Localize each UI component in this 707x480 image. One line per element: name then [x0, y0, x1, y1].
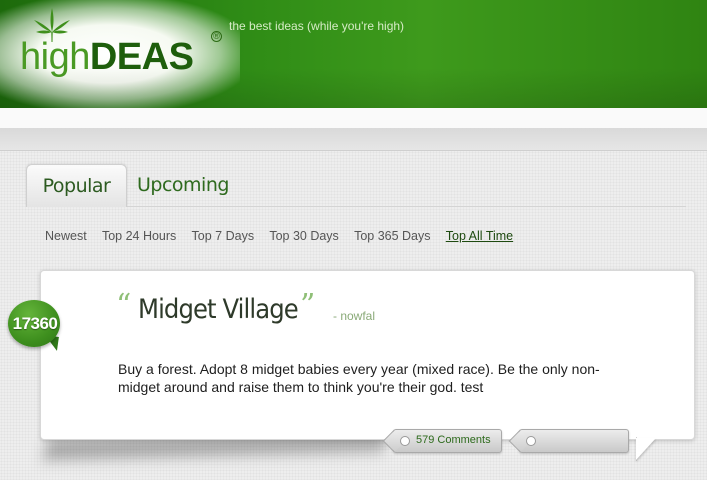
tag-hole-icon [400, 436, 410, 446]
vote-button[interactable] [519, 429, 629, 453]
comments-label: 579 Comments [416, 434, 491, 446]
close-quote-mark: ” [300, 288, 316, 323]
tab-upcoming[interactable]: Upcoming [137, 164, 229, 206]
logo-deas-text: DEAS [89, 36, 194, 78]
header-gap [0, 108, 707, 128]
score-count: 17360 [12, 314, 58, 333]
site-logo[interactable]: highDEAS [20, 36, 194, 79]
idea-author[interactable]: - nowfal [333, 309, 375, 323]
time-filter-bar: Newest Top 24 Hours Top 7 Days Top 30 Da… [45, 229, 525, 245]
filter-top-all-time[interactable]: Top All Time [446, 229, 513, 243]
filter-newest[interactable]: Newest [45, 229, 87, 243]
idea-body: Buy a forest. Adopt 8 midget babies ever… [118, 361, 600, 395]
logo-high-text: high [20, 36, 90, 78]
open-quote-mark: “ [116, 288, 132, 323]
registered-mark: ® [211, 31, 222, 42]
site-tagline: the best ideas (while you're high) [229, 19, 405, 33]
filter-top-30-days[interactable]: Top 30 Days [269, 229, 338, 243]
tab-popular[interactable]: Popular [26, 164, 127, 207]
idea-title[interactable]: Midget Village [138, 294, 299, 325]
comments-button[interactable]: 579 Comments [393, 429, 502, 453]
site-header: highDEAS ® the best ideas (while you're … [0, 0, 707, 108]
nav-bar [0, 128, 707, 151]
tag-hole-icon [526, 436, 536, 446]
filter-top-24-hours[interactable]: Top 24 Hours [102, 229, 176, 243]
filter-top-365-days[interactable]: Top 365 Days [354, 229, 430, 243]
filter-top-7-days[interactable]: Top 7 Days [192, 229, 255, 243]
card-speech-tail [636, 438, 656, 460]
